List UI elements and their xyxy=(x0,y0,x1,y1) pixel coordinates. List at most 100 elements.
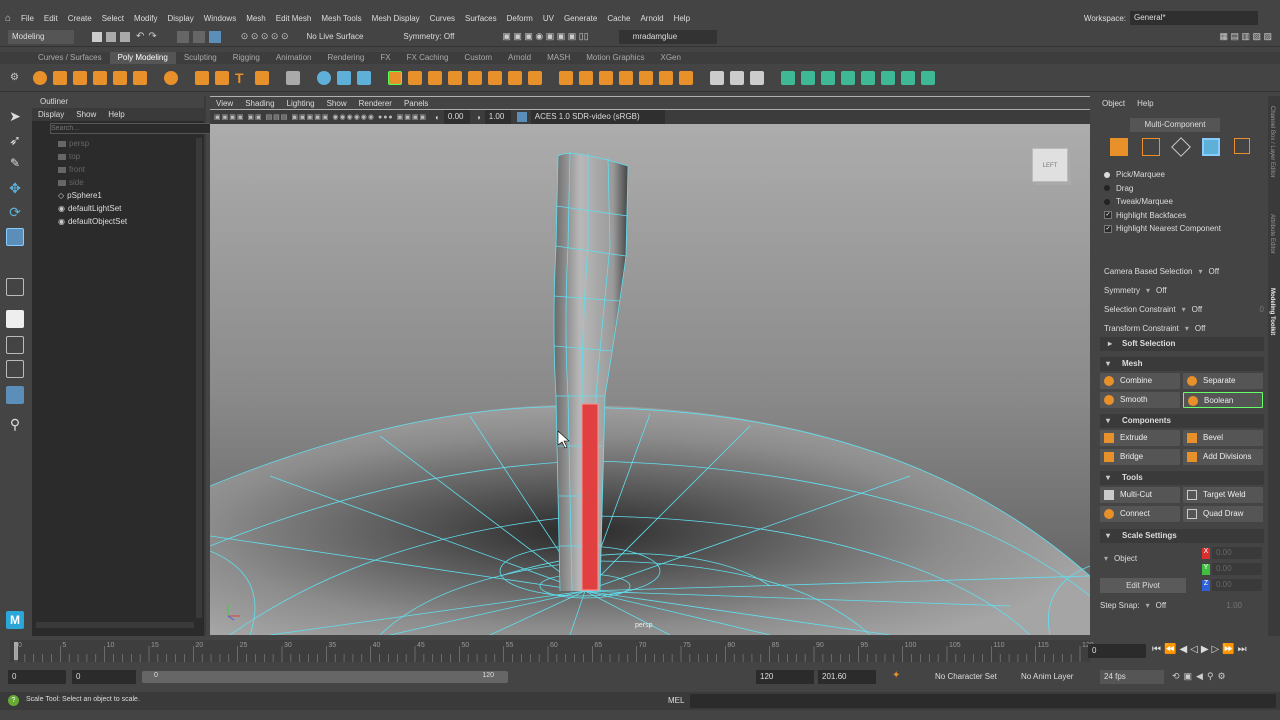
character-set-select[interactable]: No Character Set xyxy=(935,672,997,681)
layout-icon-3[interactable] xyxy=(6,386,24,404)
multi-cut-button[interactable]: Multi-Cut xyxy=(1100,487,1180,503)
panel-toggle-icons[interactable]: ▦ ▤ ▥ ▧ ▨ xyxy=(1219,31,1272,42)
poly-plane-icon[interactable] xyxy=(133,70,147,85)
render-icons[interactable]: ▣ ▣ ▣ ◉ ▣ ▣ ▣ ▯▯ xyxy=(502,31,588,42)
toolkit-menu-object[interactable]: Object xyxy=(1094,99,1133,108)
outliner-item-lightset[interactable]: ◉ defaultLightSet xyxy=(32,202,204,215)
bevel-button[interactable]: Bevel xyxy=(1183,430,1263,446)
extrude-shelf-icon[interactable] xyxy=(579,70,593,85)
home-icon[interactable]: ⌂ xyxy=(0,13,16,24)
transform-constraint-label[interactable]: Transform Constraint xyxy=(1104,324,1179,333)
tools-section[interactable]: ▾ Tools xyxy=(1100,471,1264,485)
shelf-tab-rigging[interactable]: Rigging xyxy=(225,52,268,64)
shelf-tab-custom[interactable]: Custom xyxy=(456,52,500,64)
smooth-shelf-icon[interactable] xyxy=(448,70,462,85)
outliner-item-top[interactable]: top xyxy=(32,150,204,163)
camera-selection-value[interactable]: Off xyxy=(1209,267,1220,276)
keyframe-icon[interactable]: ✦ xyxy=(892,670,900,681)
playback-start-field[interactable]: 0 xyxy=(72,670,136,684)
shelf-tab-sculpting[interactable]: Sculpting xyxy=(176,52,225,64)
shelf-tab-xgen[interactable]: XGen xyxy=(652,52,688,64)
vp-menu-view[interactable]: View xyxy=(210,99,239,108)
undo-icon[interactable]: ↶ xyxy=(136,31,144,42)
gamma-field[interactable]: 1.00 xyxy=(484,110,511,124)
side-tab-modeling-toolkit[interactable]: Modeling Toolkit xyxy=(1269,288,1275,335)
menu-cache[interactable]: Cache xyxy=(602,14,635,23)
shelf-tab-rendering[interactable]: Rendering xyxy=(319,52,372,64)
menu-generate[interactable]: Generate xyxy=(559,14,602,23)
menu-uv[interactable]: UV xyxy=(538,14,559,23)
redo-icon[interactable]: ↷ xyxy=(148,31,156,42)
target-weld-button[interactable]: Target Weld xyxy=(1183,487,1263,503)
outliner-menu-show[interactable]: Show xyxy=(70,110,102,119)
script-language-label[interactable]: MEL xyxy=(668,696,684,705)
menu-mesh[interactable]: Mesh xyxy=(241,14,271,23)
playback-end-field[interactable]: 120 xyxy=(756,670,814,684)
cut-shelf-icon[interactable] xyxy=(710,70,724,85)
lasso-tool-icon[interactable]: ➶ xyxy=(6,132,24,150)
connect-button[interactable]: Connect xyxy=(1100,506,1180,522)
target-weld-shelf-icon[interactable] xyxy=(317,70,331,85)
add-divisions-button[interactable]: Add Divisions xyxy=(1183,449,1263,465)
vp-menu-panels[interactable]: Panels xyxy=(398,99,434,108)
view-cube[interactable]: LEFT xyxy=(1032,148,1068,182)
outliner-item-front[interactable]: front xyxy=(32,163,204,176)
layout-icon-2[interactable] xyxy=(6,360,24,378)
drag-option[interactable]: Drag xyxy=(1104,182,1266,196)
grid-tool-icon[interactable] xyxy=(286,70,300,85)
exposure-field[interactable]: 0.00 xyxy=(443,110,470,124)
extrude-button[interactable]: Extrude xyxy=(1100,430,1180,446)
menu-modify[interactable]: Modify xyxy=(129,14,163,23)
select-component-icon[interactable] xyxy=(208,30,221,43)
live-surface-label[interactable]: No Live Surface xyxy=(307,32,364,41)
range-bar[interactable]: 0 120 xyxy=(142,671,508,683)
collapse-shelf-icon[interactable] xyxy=(679,70,693,85)
vp-menu-lighting[interactable]: Lighting xyxy=(281,99,321,108)
select-hierarchy-icon[interactable] xyxy=(176,30,189,43)
shelf-tab-mash[interactable]: MASH xyxy=(539,52,578,64)
viewport-3d[interactable]: LEFT persp xyxy=(210,96,1090,635)
boolean-shelf-icon[interactable] xyxy=(468,70,482,85)
scale-x-field[interactable]: 0.00 xyxy=(1212,547,1262,559)
select-tool-icon[interactable]: ➤ xyxy=(6,108,24,126)
menu-file[interactable]: File xyxy=(16,14,39,23)
bevel-shelf-icon[interactable] xyxy=(599,70,613,85)
start-time-field[interactable]: 0 xyxy=(8,670,66,684)
colorspace-select[interactable]: ACES 1.0 SDR-video (sRGB) xyxy=(530,110,665,124)
tweak-marquee-option[interactable]: Tweak/Marquee xyxy=(1104,195,1266,209)
save-scene-icon[interactable] xyxy=(120,31,130,42)
combine-shelf-icon[interactable] xyxy=(388,70,402,85)
fps-select[interactable]: 24 fps xyxy=(1100,670,1164,684)
uv-sph-shelf-icon[interactable] xyxy=(841,70,855,85)
uv-cut-shelf-icon[interactable] xyxy=(901,70,915,85)
anim-layer-select[interactable]: No Anim Layer xyxy=(1021,672,1073,681)
menu-mesh-tools[interactable]: Mesh Tools xyxy=(316,14,366,23)
menu-select[interactable]: Select xyxy=(97,14,129,23)
scale-z-field[interactable]: 0.00 xyxy=(1212,579,1262,591)
side-tab-channel-box[interactable]: Channel Box / Layer Editor xyxy=(1269,106,1275,178)
outliner-hscrollbar[interactable] xyxy=(36,622,194,628)
shelf-tab-motion-graphics[interactable]: Motion Graphics xyxy=(578,52,652,64)
side-tab-attribute-editor[interactable]: Attribute Editor xyxy=(1269,214,1275,254)
vertex-mode-icon[interactable] xyxy=(1142,138,1160,156)
selection-constraint-label[interactable]: Selection Constraint xyxy=(1104,305,1176,314)
bridge-button[interactable]: Bridge xyxy=(1100,449,1180,465)
outliner-item-side[interactable]: side xyxy=(32,176,204,189)
highlight-backfaces-checkbox[interactable]: ✓ Highlight Backfaces xyxy=(1104,209,1266,223)
edge-mode-icon[interactable] xyxy=(1171,137,1191,157)
edit-pivot-button[interactable]: Edit Pivot xyxy=(1100,578,1186,593)
outliner-scrollbar[interactable] xyxy=(196,138,202,618)
mirror-shelf-icon[interactable] xyxy=(488,70,502,85)
open-scene-icon[interactable] xyxy=(106,31,116,42)
offset-loop-shelf-icon[interactable] xyxy=(750,70,764,85)
layout-icon-1[interactable] xyxy=(6,336,24,354)
rotate-tool-icon[interactable]: ⟳ xyxy=(6,204,24,222)
poly-sphere-icon[interactable] xyxy=(33,70,47,85)
pick-marquee-option[interactable]: Pick/Marquee xyxy=(1104,168,1266,182)
selection-constraint-num[interactable]: 0 xyxy=(1260,305,1264,314)
menu-edit-mesh[interactable]: Edit Mesh xyxy=(271,14,317,23)
scale-settings-section[interactable]: ▾ Scale Settings xyxy=(1100,529,1264,543)
outliner-menu-display[interactable]: Display xyxy=(32,110,70,119)
components-section[interactable]: ▾ Components xyxy=(1100,414,1264,428)
menu-mesh-display[interactable]: Mesh Display xyxy=(367,14,425,23)
